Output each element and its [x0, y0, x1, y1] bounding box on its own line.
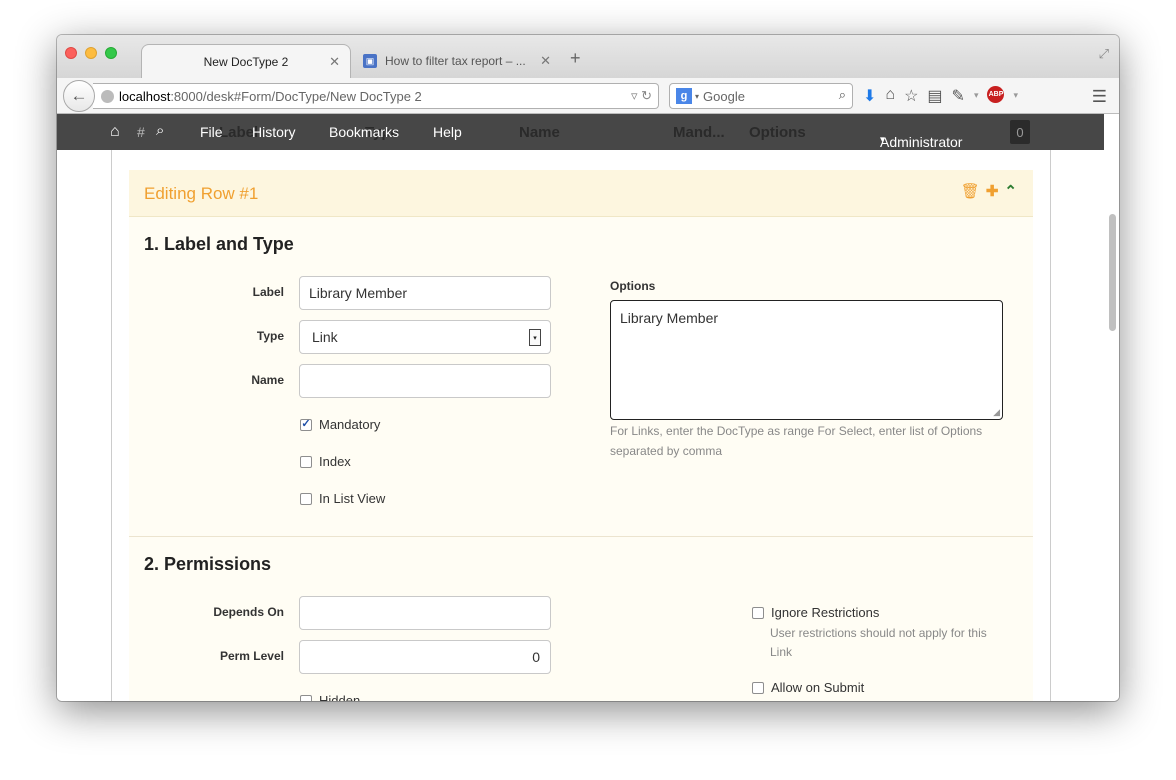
- ignore-restrictions-checkbox-row[interactable]: Ignore Restrictions: [752, 605, 879, 620]
- options-field-label: Options: [610, 279, 656, 293]
- tab-title: How to filter tax report – ...: [385, 54, 526, 68]
- search-bar[interactable]: g ▾ Google ⌕: [669, 83, 853, 109]
- close-icon[interactable]: ✕: [329, 54, 340, 70]
- tab-strip: New DocType 2 ✕ ▣ How to filter tax repo…: [57, 35, 1119, 78]
- type-selected-value: Link: [312, 329, 338, 345]
- mandatory-checkbox[interactable]: ✓: [300, 418, 312, 431]
- grid-header-name: Name: [519, 124, 560, 141]
- close-icon[interactable]: ✕: [540, 53, 551, 69]
- url-path: :8000/desk#Form/DocType/New DocType 2: [170, 88, 422, 104]
- google-icon: g: [676, 88, 692, 104]
- back-arrow-icon: ←: [70, 86, 88, 105]
- tab-filter-tax-report[interactable]: ▣ How to filter tax report – ... ✕: [359, 44, 559, 78]
- index-label: Index: [319, 454, 351, 469]
- menu-bookmarks[interactable]: Bookmarks: [329, 124, 399, 140]
- adblock-icon[interactable]: ABP: [987, 86, 1005, 103]
- zoom-window-button[interactable]: [105, 47, 117, 59]
- ignore-restrictions-help: User restrictions should not apply for t…: [770, 626, 987, 659]
- forum-favicon-icon: ▣: [363, 54, 377, 68]
- notification-count[interactable]: 0: [1010, 120, 1030, 144]
- home-icon[interactable]: ⌂: [885, 86, 895, 106]
- hash-icon[interactable]: #: [137, 124, 145, 140]
- download-icon[interactable]: ⬇: [863, 86, 876, 106]
- caret-down-icon: ▾: [880, 134, 885, 144]
- browser-window: New DocType 2 ✕ ▣ How to filter tax repo…: [57, 35, 1119, 701]
- minimize-window-button[interactable]: [85, 47, 97, 59]
- navigation-toolbar: localhost :8000/desk#Form/DocType/New Do…: [57, 78, 1119, 114]
- editing-row-header: Editing Row #1 🗑 ✚ ⌃: [129, 170, 1033, 217]
- row-actions: 🗑 ✚ ⌃: [961, 182, 1017, 200]
- search-icon[interactable]: ⌕: [839, 87, 846, 103]
- bookmark-star-icon[interactable]: ☆: [904, 86, 918, 106]
- select-arrow-icon: ▾: [529, 329, 541, 346]
- page-scrollbar[interactable]: [1109, 214, 1116, 331]
- adblock-dropdown-icon[interactable]: ▾: [1013, 86, 1018, 106]
- chevron-up-icon[interactable]: ⌃: [1004, 182, 1017, 200]
- allow-on-submit-checkbox[interactable]: [752, 681, 764, 694]
- menu-help[interactable]: Help: [433, 124, 462, 140]
- options-value: Library Member: [620, 310, 719, 326]
- menu-history[interactable]: History: [252, 124, 296, 140]
- options-help-text: For Links, enter the DocType as range Fo…: [610, 424, 983, 458]
- new-tab-icon[interactable]: +: [570, 48, 581, 69]
- hidden-label: Hidden: [319, 693, 361, 701]
- in-list-view-checkbox[interactable]: [300, 492, 312, 505]
- in-list-view-checkbox-row[interactable]: In List View: [300, 491, 385, 506]
- section-permissions: 2. Permissions: [144, 554, 272, 574]
- section-label-and-type: 1. Label and Type: [144, 234, 294, 254]
- search-icon[interactable]: ⌕: [156, 122, 164, 139]
- home-icon[interactable]: ⌂: [110, 123, 120, 141]
- hidden-checkbox[interactable]: [300, 694, 312, 701]
- ignore-restrictions-label: Ignore Restrictions: [771, 605, 880, 620]
- label-field-label: Label: [252, 285, 284, 299]
- mandatory-checkbox-row[interactable]: ✓ Mandatory: [300, 417, 380, 432]
- globe-icon: [101, 89, 114, 103]
- tab-title: New DocType 2: [203, 54, 289, 69]
- grid-header-mandatory: Mand...: [673, 124, 725, 141]
- grid-header-options: Options: [749, 124, 806, 141]
- toolbar-icons: ⬇ ⌂ ☆ ▤ ✎ ▾ ABP ▾: [863, 86, 1018, 106]
- url-bar[interactable]: localhost :8000/desk#Form/DocType/New Do…: [93, 83, 659, 109]
- app-navbar: Label Type Name Mand... Options ⌂ # ⌕ Fi…: [57, 114, 1104, 150]
- close-window-button[interactable]: [65, 47, 77, 59]
- url-host: localhost: [119, 88, 171, 104]
- editing-row-title: Editing Row #1: [144, 184, 259, 203]
- type-select[interactable]: Link ▾: [299, 320, 551, 354]
- back-button[interactable]: ←: [63, 80, 95, 112]
- name-input[interactable]: [299, 364, 551, 398]
- hidden-checkbox-row[interactable]: Hidden: [300, 693, 360, 701]
- dropper-icon[interactable]: ✎: [952, 86, 965, 106]
- type-field-label: Type: [256, 329, 284, 343]
- index-checkbox[interactable]: [300, 455, 312, 468]
- search-engine-dropdown-icon[interactable]: ▾: [695, 92, 699, 101]
- search-placeholder: Google: [703, 88, 745, 104]
- in-list-view-label: In List View: [319, 491, 386, 506]
- user-name: Administrator: [880, 134, 963, 150]
- hamburger-menu-icon[interactable]: ☰: [1092, 87, 1107, 107]
- trash-icon[interactable]: 🗑: [961, 182, 980, 200]
- name-field-label: Name: [251, 373, 284, 387]
- label-input[interactable]: Library Member: [299, 276, 551, 310]
- plus-icon[interactable]: ✚: [986, 182, 999, 200]
- section-divider: [129, 536, 1033, 537]
- reload-icon[interactable]: ▿ ↻: [631, 88, 652, 104]
- resize-grip-icon[interactable]: ◢: [993, 407, 1000, 418]
- index-checkbox-row[interactable]: Index: [300, 454, 351, 469]
- depends-on-field-label: Depends On: [213, 605, 284, 619]
- options-textarea[interactable]: Library Member ◢: [610, 300, 1003, 420]
- tab-new-doctype[interactable]: New DocType 2 ✕: [141, 44, 351, 78]
- perm-level-field-label: Perm Level: [219, 649, 284, 663]
- page-viewport: Label Type Name Mand... Options ⌂ # ⌕ Fi…: [57, 114, 1119, 701]
- reading-list-icon[interactable]: ▤: [927, 86, 942, 106]
- menu-file[interactable]: File: [200, 124, 223, 140]
- perm-level-input[interactable]: 0: [299, 640, 551, 674]
- depends-on-input[interactable]: [299, 596, 551, 630]
- ignore-restrictions-checkbox[interactable]: [752, 606, 764, 619]
- allow-on-submit-label: Allow on Submit: [771, 680, 865, 695]
- allow-on-submit-checkbox-row[interactable]: Allow on Submit: [752, 680, 864, 695]
- fullscreen-icon[interactable]: ⤢: [1099, 46, 1109, 62]
- mandatory-label: Mandatory: [319, 417, 381, 432]
- dropdown-icon[interactable]: ▾: [974, 86, 979, 106]
